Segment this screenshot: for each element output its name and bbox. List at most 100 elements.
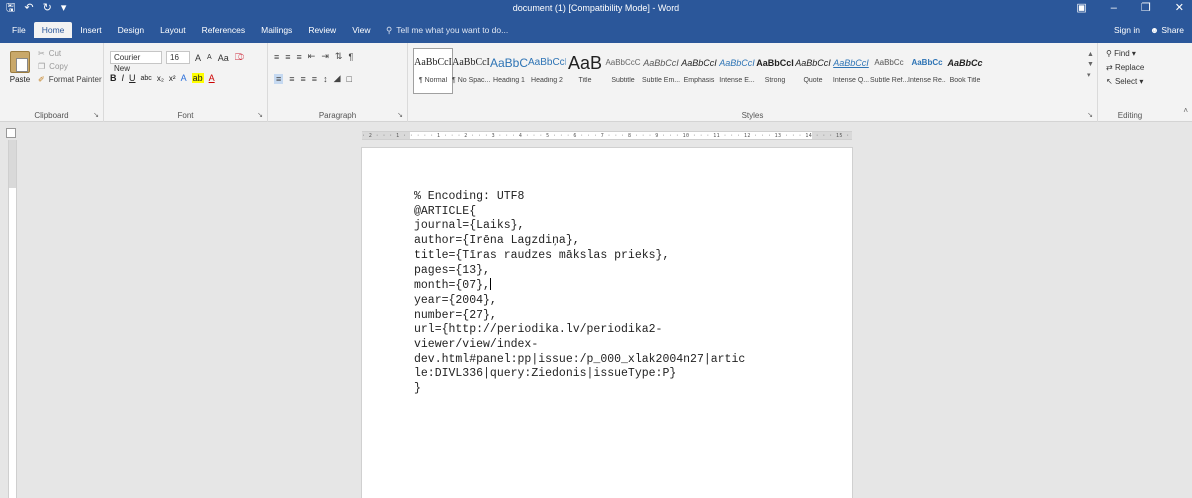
style-sample: AaBbCcI <box>756 58 794 68</box>
tab-review[interactable]: Review <box>300 22 344 38</box>
italic-button[interactable]: I <box>122 73 125 83</box>
text-effects-icon[interactable]: A <box>181 73 187 83</box>
style-heading-2[interactable]: AaBbCcI Heading 2 <box>528 49 566 93</box>
replace-icon: ⇄ <box>1106 63 1113 72</box>
paste-button[interactable]: Paste <box>6 51 34 84</box>
tab-view[interactable]: View <box>344 22 378 38</box>
select-button[interactable]: ↖ Select ▾ <box>1106 77 1144 86</box>
style-subtle-reference[interactable]: AaBbCc Subtle Ref... <box>870 49 908 93</box>
style-emphasis[interactable]: AaBbCcI Emphasis <box>680 49 718 93</box>
share-label: Share <box>1161 25 1184 35</box>
multilevel-list-icon[interactable]: ≡ <box>297 52 302 62</box>
decrease-indent-icon[interactable]: ⇤ <box>308 51 316 62</box>
scroll-down-icon[interactable]: ▼ <box>1087 61 1095 68</box>
tab-selector[interactable] <box>6 128 16 138</box>
shading-icon[interactable]: ◢ <box>334 73 341 84</box>
subscript-icon[interactable]: x₂ <box>157 74 164 83</box>
superscript-icon[interactable]: x² <box>169 74 176 83</box>
copy-label: Copy <box>49 62 68 71</box>
tab-home[interactable]: Home <box>33 22 73 38</box>
tab-design[interactable]: Design <box>110 22 152 38</box>
style-sample: AaBbCcI <box>681 58 717 68</box>
show-formatting-icon[interactable]: ¶ <box>348 52 353 62</box>
style-sample: AaBbCcI <box>528 57 566 68</box>
strikethrough-icon[interactable]: abc <box>141 75 152 82</box>
font-name-select[interactable]: Courier New <box>110 51 162 73</box>
underline-button[interactable]: U <box>129 73 136 83</box>
style-name: Subtle Ref... <box>870 77 908 84</box>
tab-insert[interactable]: Insert <box>72 22 109 38</box>
chevron-down-icon: ▾ <box>1139 77 1144 86</box>
style-strong[interactable]: AaBbCcI Strong <box>756 49 794 93</box>
style-sample: AaBbCcI <box>719 58 755 68</box>
align-left-icon[interactable]: ≡ <box>274 73 284 84</box>
chevron-down-icon: ▾ <box>1131 49 1136 58</box>
paragraph-launcher-icon[interactable]: ↘ <box>397 111 403 119</box>
ribbon-tabs: File Home Insert Design Layout Reference… <box>4 22 378 38</box>
styles-group-label: Styles <box>741 111 764 120</box>
tab-layout[interactable]: Layout <box>152 22 194 38</box>
sign-in-link[interactable]: Sign in <box>1114 25 1140 35</box>
ribbon: Paste ✂ Cut ❐ Copy ✐ Format Painter Clipboa… <box>0 43 1192 122</box>
style-title[interactable]: AaB Title <box>566 49 604 93</box>
text-cursor <box>489 278 491 291</box>
share-button[interactable]: ☻ Share <box>1150 25 1184 35</box>
tell-me-text: Tell me what you want to do... <box>396 25 509 35</box>
clear-formatting-icon[interactable]: ⎄ <box>234 52 246 63</box>
style-name: Quote <box>803 77 823 84</box>
bold-button[interactable]: B <box>110 73 117 83</box>
document-line: month={07}, <box>414 279 490 293</box>
style-subtitle[interactable]: AaBbCcC Subtitle <box>604 49 642 93</box>
style-intense-quote[interactable]: AaBbCcI Intense Q... <box>832 49 870 93</box>
scroll-up-icon[interactable]: ▲ <box>1087 51 1095 58</box>
increase-indent-icon[interactable]: ⇥ <box>321 51 329 62</box>
minimize-icon[interactable]: – <box>1111 2 1117 14</box>
replace-button[interactable]: ⇄ Replace <box>1106 63 1144 72</box>
ribbon-display-options-icon[interactable]: ▣ <box>1076 2 1086 14</box>
style-subtle-emphasis[interactable]: AaBbCcI Subtle Em... <box>642 49 680 93</box>
maximize-icon[interactable]: ❐ <box>1141 2 1151 14</box>
format-painter-button[interactable]: ✐ Format Painter <box>38 75 102 84</box>
paragraph-group: ≡ ≡ ≡ ⇤ ⇥ ⇅ ¶ ≡ ≡ ≡ ≡ ↕ ◢ □ Paragraph ↘ <box>268 43 408 122</box>
styles-launcher-icon[interactable]: ↘ <box>1087 111 1093 119</box>
style-quote[interactable]: AaBbCcI Quote <box>794 49 832 93</box>
borders-icon[interactable]: □ <box>346 74 351 84</box>
font-launcher-icon[interactable]: ↘ <box>257 111 263 119</box>
line-spacing-icon[interactable]: ↕ <box>323 74 328 84</box>
close-icon[interactable]: ✕ <box>1175 2 1184 14</box>
tab-file[interactable]: File <box>4 22 34 38</box>
font-size-select[interactable]: 16 <box>166 51 190 64</box>
style-book-title[interactable]: AaBbCc Book Title <box>946 49 984 93</box>
shrink-font-icon[interactable]: A <box>206 54 213 61</box>
style-normal[interactable]: AaBbCcI ¶ Normal <box>413 48 453 94</box>
tab-references[interactable]: References <box>194 22 253 38</box>
style-no-spacing[interactable]: AaBbCcI ¶ No Spac... <box>452 49 490 93</box>
sort-icon[interactable]: ⇅ <box>335 51 343 62</box>
clipboard-launcher-icon[interactable]: ↘ <box>93 111 99 119</box>
document-body[interactable]: % Encoding: UTF8 @ARTICLE{journal={Laiks}… <box>414 190 745 397</box>
document-line: } <box>414 382 421 396</box>
grow-font-icon[interactable]: A <box>194 53 202 63</box>
vertical-ruler[interactable] <box>8 140 17 498</box>
find-button[interactable]: ⚲ Find ▾ <box>1106 49 1144 58</box>
numbering-icon[interactable]: ≡ <box>285 52 290 62</box>
cut-button[interactable]: ✂ Cut <box>38 49 102 58</box>
style-name: Intense Re... <box>908 77 946 84</box>
font-color-icon[interactable]: A <box>209 73 215 83</box>
document-page[interactable]: % Encoding: UTF8 @ARTICLE{journal={Laiks}… <box>362 148 852 498</box>
align-center-icon[interactable]: ≡ <box>289 74 294 84</box>
tab-mailings[interactable]: Mailings <box>253 22 300 38</box>
style-heading-1[interactable]: AaBbC Heading 1 <box>490 49 528 93</box>
collapse-ribbon-icon[interactable]: ˄ <box>1183 106 1188 115</box>
change-case-button[interactable]: Aa <box>217 53 230 63</box>
style-intense-reference[interactable]: AaBbCc Intense Re... <box>908 49 946 93</box>
horizontal-ruler[interactable]: · 2 · · · 1 · · · · · 1 · · · 2 · · · 3 … <box>362 131 852 140</box>
justify-icon[interactable]: ≡ <box>312 74 317 84</box>
highlight-icon[interactable]: ab <box>191 73 204 83</box>
copy-button[interactable]: ❐ Copy <box>38 62 102 71</box>
tell-me-box[interactable]: ⚲ Tell me what you want to do... <box>386 25 508 36</box>
style-intense-emphasis[interactable]: AaBbCcI Intense E... <box>718 49 756 93</box>
align-right-icon[interactable]: ≡ <box>301 74 306 84</box>
more-styles-icon[interactable]: ▾ <box>1087 71 1095 79</box>
bullets-icon[interactable]: ≡ <box>274 52 279 62</box>
